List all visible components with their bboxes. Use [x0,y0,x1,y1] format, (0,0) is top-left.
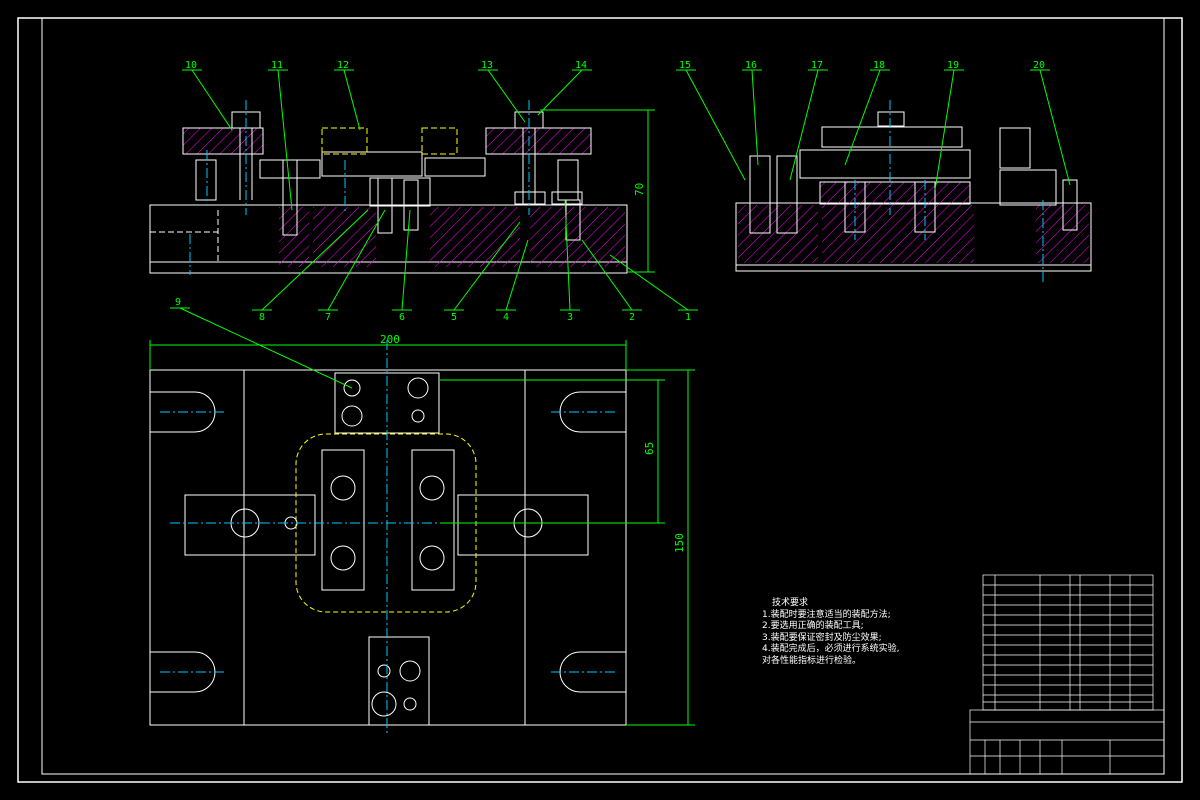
balloon-19: 19 [947,60,959,71]
plan-dimensions [149,340,695,726]
dim-70-text: 70 [633,183,646,196]
side-view-left [149,111,628,274]
balloon-13: 13 [481,60,493,71]
balloon-18: 18 [873,60,885,71]
dim-200-text: 200 [380,333,400,346]
technical-requirements: 技术要求 1.装配时要注意适当的装配方法; 2.要选用正确的装配工具; 3.装配… [762,598,899,667]
balloon-1: 1 [685,312,691,323]
balloon-2: 2 [629,312,635,323]
balloon-15: 15 [679,60,691,71]
tech-title: 技术要求 [772,598,809,608]
balloon-5: 5 [451,312,457,323]
balloon-11: 11 [271,60,283,71]
tech-line-5: 对各性能指标进行检验。 [762,655,862,666]
balloon-9: 9 [175,297,181,308]
balloon-12: 12 [337,60,349,71]
title-block [969,709,1165,775]
balloon-17: 17 [811,60,823,71]
tech-line-3: 3.装配要保证密封及防尘效果; [762,632,882,643]
parts-list-table [982,574,1154,711]
assembly-drawing: 70 200 65 150 10 11 12 13 14 15 16 17 18… [17,17,1183,783]
balloon-8: 8 [259,312,265,323]
dim-150-text: 150 [673,533,686,553]
balloon-3: 3 [567,312,573,323]
balloon-6: 6 [399,312,405,323]
tech-line-1: 1.装配时要注意适当的装配方法; [762,609,891,620]
balloon-10: 10 [185,60,197,71]
balloon-4: 4 [503,312,509,323]
balloon-16: 16 [745,60,757,71]
balloon-20: 20 [1033,60,1045,71]
balloon-7: 7 [325,312,331,323]
balloon-14: 14 [575,60,587,71]
tech-line-2: 2.要选用正确的装配工具; [762,621,864,631]
tech-line-4: 4.装配完成后，必须进行系统实验, [762,644,900,654]
side-view-right [735,111,1092,272]
dim-65-text: 65 [643,442,656,455]
